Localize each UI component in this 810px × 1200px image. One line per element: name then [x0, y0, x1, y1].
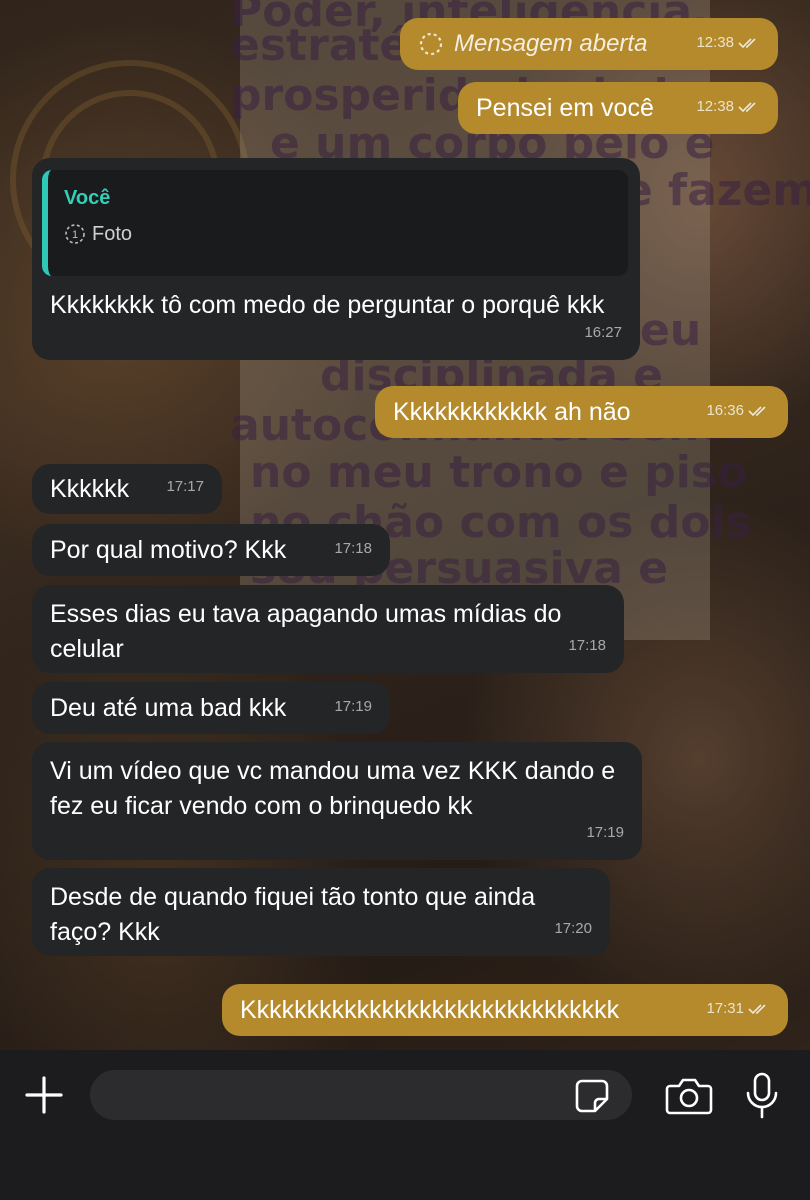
- message-meta: 16:27: [584, 315, 622, 350]
- message-meta: 17:19: [334, 689, 372, 724]
- read-ticks-icon: [748, 405, 766, 416]
- message-outgoing[interactable]: Kkkkkkkkkkkkkkkkkkkkkkkkkkkkkk 17:31: [222, 984, 788, 1036]
- message-time: 17:19: [334, 698, 372, 715]
- message-outgoing[interactable]: Kkkkkkkkkkkk ah não 16:36: [375, 386, 788, 438]
- message-incoming-reply[interactable]: Você 1 Foto Kkkkkkkk tô com medo de perg…: [32, 158, 640, 360]
- message-text: Desde de quando fiquei tão tonto que ain…: [50, 883, 536, 946]
- quoted-message[interactable]: Você 1 Foto: [42, 170, 628, 276]
- message-meta: 17:18: [334, 531, 372, 566]
- svg-text:1: 1: [72, 229, 78, 241]
- message-meta: 17:17: [166, 469, 204, 504]
- message-time: 17:18: [334, 540, 372, 557]
- message-outgoing[interactable]: Pensei em você 12:38: [458, 82, 778, 134]
- message-incoming[interactable]: Esses dias eu tava apagando umas mídias …: [32, 585, 624, 673]
- message-incoming[interactable]: Deu até uma bad kkk 17:19: [32, 682, 390, 734]
- message-meta: 12:38: [696, 25, 760, 60]
- sticker-icon[interactable]: [574, 1078, 610, 1114]
- message-time: 17:19: [586, 824, 624, 841]
- read-ticks-icon: [738, 37, 756, 48]
- message-text: Esses dias eu tava apagando umas mídias …: [50, 600, 562, 663]
- read-ticks-icon: [748, 1003, 766, 1014]
- message-text: Por qual motivo? Kkk: [50, 536, 287, 564]
- message-text: Deu até uma bad kkk: [50, 694, 287, 722]
- quoted-text: Foto: [92, 223, 133, 245]
- message-time: 17:17: [166, 478, 204, 495]
- message-outgoing[interactable]: Mensagem aberta 12:38: [400, 18, 778, 70]
- message-time: 17:20: [554, 920, 592, 937]
- quoted-author: Você: [64, 187, 111, 209]
- message-input[interactable]: [90, 1070, 632, 1120]
- message-time: 12:38: [696, 98, 734, 115]
- message-incoming[interactable]: Vi um vídeo que vc mandou uma vez KKK da…: [32, 742, 642, 860]
- message-text: Kkkkkkkk tô com medo de perguntar o porq…: [50, 291, 605, 319]
- message-text: Vi um vídeo que vc mandou uma vez KKK da…: [50, 757, 616, 820]
- message-meta: 17:20: [554, 911, 592, 946]
- message-incoming[interactable]: Kkkkkk 17:17: [32, 464, 222, 514]
- message-incoming[interactable]: Desde de quando fiquei tão tonto que ain…: [32, 868, 610, 956]
- message-meta: 17:19: [586, 815, 624, 850]
- message-text: Kkkkkkkkkkkkkkkkkkkkkkkkkkkkkk: [240, 996, 620, 1024]
- message-time: 17:18: [568, 637, 606, 654]
- message-composer-bar: [0, 1050, 810, 1200]
- message-time: 12:38: [696, 34, 734, 51]
- message-meta: 12:38: [696, 89, 760, 124]
- message-incoming[interactable]: Por qual motivo? Kkk 17:18: [32, 524, 390, 576]
- microphone-icon[interactable]: [744, 1072, 780, 1120]
- message-meta: 16:36: [706, 393, 770, 428]
- read-ticks-icon: [738, 101, 756, 112]
- plus-icon[interactable]: [24, 1075, 64, 1115]
- message-time: 17:31: [706, 1000, 744, 1017]
- message-text: Mensagem aberta: [454, 30, 648, 57]
- view-once-icon: 1: [65, 224, 85, 244]
- message-meta: 17:31: [706, 991, 770, 1026]
- camera-icon[interactable]: [664, 1076, 714, 1116]
- message-time: 16:36: [706, 402, 744, 419]
- message-time: 16:27: [584, 324, 622, 341]
- message-meta: 17:18: [568, 628, 606, 663]
- quoted-content: 1 Foto: [64, 220, 612, 248]
- view-once-opened-icon: [419, 32, 443, 55]
